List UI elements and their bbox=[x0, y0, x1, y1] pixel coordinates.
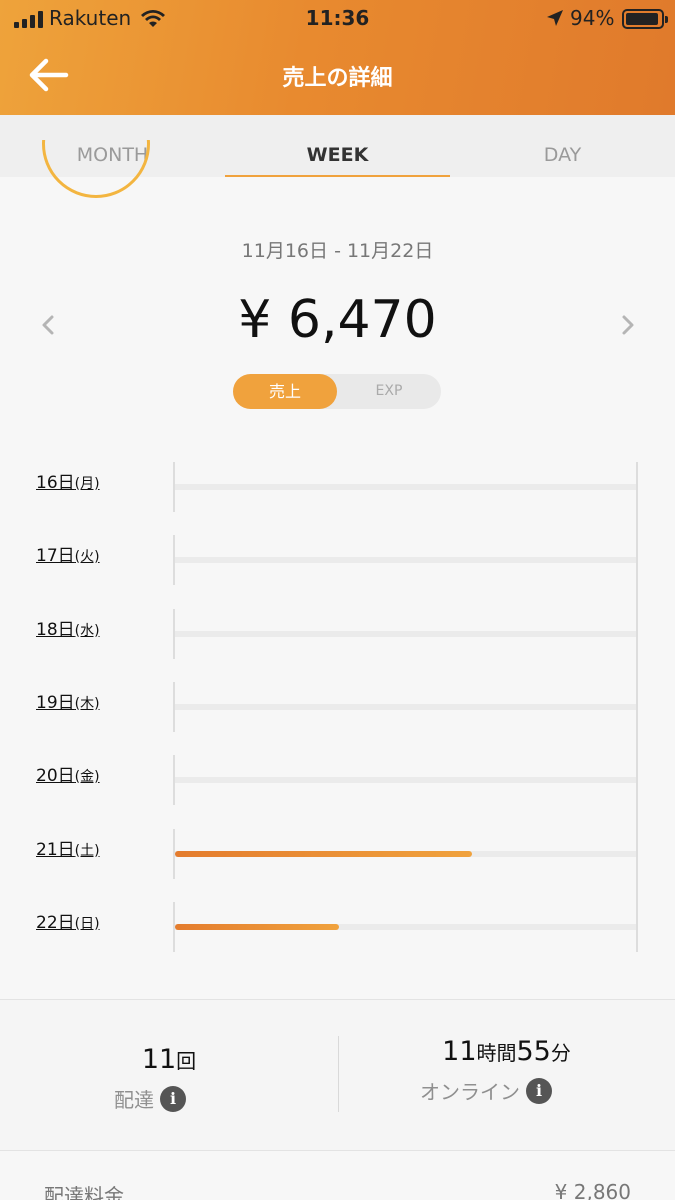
delivery-fee-value: ¥ 2,860 bbox=[554, 1180, 631, 1200]
delivery-label-row: 配達 i bbox=[114, 1084, 186, 1113]
chart-bar-track bbox=[175, 703, 636, 710]
sales-total: ¥ 6,470 bbox=[238, 290, 437, 350]
chart-day-label: 18日(水) bbox=[36, 619, 100, 640]
online-time: 11時間55分 bbox=[442, 1036, 571, 1067]
tab-week[interactable]: WEEK bbox=[225, 115, 450, 177]
chart-day-label: 16日(月) bbox=[36, 473, 100, 493]
chart-right-axis bbox=[636, 462, 638, 952]
app-header: Rakuten 11:36 94% 売上の詳細 bbox=[0, 0, 675, 115]
chart-day-label: 22日(日) bbox=[36, 912, 100, 933]
tab-day[interactable]: DAY bbox=[450, 115, 675, 177]
sales-toggle-option[interactable]: 売上 bbox=[233, 374, 337, 409]
delivery-label: 配達 bbox=[114, 1088, 154, 1112]
online-label-row: オンライン i bbox=[420, 1076, 552, 1105]
chart-bar bbox=[175, 923, 339, 930]
online-label: オンライン bbox=[420, 1080, 520, 1104]
chart-day-label: 20日(金) bbox=[36, 766, 100, 787]
status-bar: Rakuten 11:36 94% bbox=[0, 0, 675, 40]
chart-bar bbox=[175, 850, 473, 857]
location-arrow-icon bbox=[547, 10, 563, 26]
chart-day-label: 21日(土) bbox=[36, 839, 100, 860]
online-info-icon[interactable]: i bbox=[526, 1077, 552, 1104]
date-range: 11月16日 - 11月22日 bbox=[241, 240, 434, 262]
chart-bar-track bbox=[175, 484, 636, 490]
page-title: 売上の詳細 bbox=[282, 66, 393, 91]
weekly-sales-chart: 16日(月) 17日(火) 18日(水) 19日(木) 20日(金) 21日(土) 22日(… bbox=[0, 440, 675, 960]
progress-ring bbox=[42, 140, 150, 202]
chart-bar-track bbox=[175, 777, 636, 784]
chart-bar-track bbox=[175, 630, 636, 637]
delivery-fee-row: 配達料金 ¥ 2,860 bbox=[0, 1152, 675, 1200]
battery-percent: 94% bbox=[570, 6, 615, 30]
chart-day-label: 19日(木) bbox=[36, 692, 100, 713]
divider bbox=[0, 1150, 675, 1151]
battery-icon bbox=[622, 9, 668, 29]
next-week-chevron-icon[interactable] bbox=[616, 312, 640, 338]
chart-day-label: 17日(火) bbox=[36, 546, 100, 567]
delivery-info-icon[interactable]: i bbox=[160, 1085, 186, 1112]
metric-toggle: 売上 EXP bbox=[233, 374, 441, 409]
chart-bar-track bbox=[175, 557, 636, 564]
stats-panel: 11回 配達 i 11時間55分 オンライン i bbox=[0, 1000, 675, 1150]
delivery-count: 11回 bbox=[141, 1044, 197, 1075]
exp-toggle-option[interactable]: EXP bbox=[337, 374, 441, 409]
delivery-fee-label: 配達料金 bbox=[44, 1184, 124, 1200]
